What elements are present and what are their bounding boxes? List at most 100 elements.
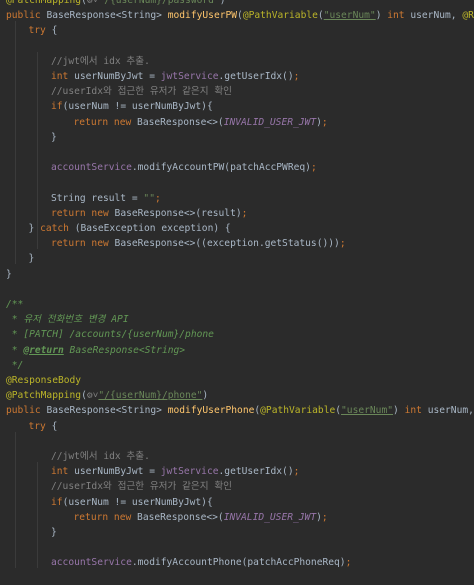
- code-token: ;: [293, 466, 300, 478]
- code-token: "/{userNum}/phone": [98, 390, 203, 402]
- code-token: //: [51, 451, 63, 462]
- code-line[interactable]: @PatchMapping(⚙˅"/{userNum}/phone"): [6, 388, 208, 403]
- code-token: "userNum": [341, 405, 394, 417]
- code-token: }: [28, 223, 41, 234]
- code-token: .modifyAccountPW(patchAccPWReq): [131, 162, 311, 174]
- code-token: }: [51, 131, 57, 143]
- code-token: ;: [321, 116, 328, 128]
- code-token: 와 접근한 유저가 같은지 확인: [102, 481, 233, 493]
- code-token: .getUserIdx(): [218, 466, 294, 478]
- code-line[interactable]: //jwt에서 idx 추출.: [51, 54, 150, 69]
- code-token: {: [51, 25, 58, 37]
- code-token: ): [375, 10, 388, 22]
- code-token: int: [51, 466, 75, 478]
- gear-icon[interactable]: ⚙˅: [87, 390, 99, 401]
- code-token: 에서 idx 추출.: [79, 55, 150, 67]
- code-token: */: [6, 359, 24, 371]
- code-token: //: [51, 55, 63, 67]
- code-token: 에서 idx 추출.: [79, 451, 150, 462]
- code-token: BaseResponse<>(result): [114, 207, 242, 219]
- code-token: catch: [40, 223, 75, 234]
- code-token: int: [387, 10, 411, 22]
- code-token: @ResponseBody: [6, 375, 82, 386]
- code-line[interactable]: }: [51, 525, 57, 540]
- code-line[interactable]: public BaseResponse<String> modifyUserPh…: [6, 403, 474, 418]
- code-token: ;: [154, 192, 161, 204]
- code-token: Idx: [85, 86, 103, 98]
- code-token: try: [28, 25, 52, 37]
- code-token: String result =: [51, 192, 144, 204]
- code-token: accountService: [51, 557, 132, 569]
- code-line[interactable]: /**: [6, 297, 23, 312]
- code-token: return new: [73, 511, 138, 523]
- code-token: (BaseException exception) {: [74, 223, 231, 234]
- code-token: return new: [73, 116, 138, 128]
- code-line[interactable]: return new BaseResponse<>(INVALID_USER_J…: [74, 115, 328, 130]
- code-token: @PathVariable: [260, 405, 336, 417]
- code-line[interactable]: try {: [29, 419, 58, 434]
- code-token: *: [6, 344, 24, 356]
- code-token: }: [6, 268, 12, 280]
- code-token: BaseResponse<>(: [137, 511, 224, 523]
- code-line[interactable]: } catch (BaseException exception) {: [29, 221, 231, 236]
- code-token: //user: [51, 481, 86, 493]
- code-line[interactable]: public BaseResponse<String> modifyUserPW…: [6, 8, 474, 23]
- code-line[interactable]: //userIdx와 접근한 유저가 같은지 확인: [51, 479, 232, 494]
- code-line[interactable]: * 유저 전화번호 변경 API: [6, 312, 129, 327]
- code-token: accountService: [51, 162, 132, 174]
- code-line[interactable]: return new BaseResponse<>((exception.get…: [51, 236, 346, 251]
- code-line[interactable]: return new BaseResponse<>(INVALID_USER_J…: [74, 510, 328, 525]
- code-editor[interactable]: @PatchMapping(⚙˅"/{userNum}/password") pu…: [0, 0, 474, 585]
- code-line[interactable]: @ResponseBody: [6, 373, 81, 388]
- code-token: jwtService: [160, 71, 219, 82]
- code-line[interactable]: * @return BaseResponse<String>: [6, 343, 185, 358]
- code-line[interactable]: int userNumByJwt = jwtService.getUserIdx…: [51, 69, 299, 84]
- code-token: .getUserIdx(): [218, 71, 294, 82]
- code-token: ): [393, 405, 405, 417]
- code-token: modifyUserPhone: [167, 405, 255, 417]
- code-line[interactable]: }: [6, 267, 12, 282]
- code-line[interactable]: //userIdx와 접근한 유저가 같은지 확인: [51, 84, 232, 99]
- code-line[interactable]: accountService.modifyAccountPW(patchAccP…: [51, 160, 317, 175]
- code-line[interactable]: try {: [29, 23, 58, 38]
- code-token: ): [202, 390, 209, 402]
- code-line[interactable]: @PatchMapping(⚙˅"/{userNum}/password"): [6, 0, 226, 8]
- code-token: int: [51, 71, 75, 82]
- code-token: ;: [321, 511, 328, 523]
- code-token: return new: [51, 238, 115, 250]
- code-token: BaseResponse<String>: [63, 344, 186, 356]
- code-token: public: [6, 405, 47, 417]
- code-token: ;: [310, 162, 317, 174]
- code-line[interactable]: //jwt에서 idx 추출.: [51, 449, 150, 464]
- code-line[interactable]: if(userNum != userNumByJwt){: [51, 99, 213, 114]
- code-token: userNumByJwt =: [74, 71, 161, 82]
- gear-icon[interactable]: ⚙˅: [87, 0, 99, 6]
- code-token: 와 접근한 유저가 같은지 확인: [102, 86, 233, 98]
- code-token: jwt: [62, 451, 80, 462]
- code-token: int: [404, 405, 428, 417]
- code-token: modifyUserPW: [167, 10, 238, 22]
- code-token: "/{userNum}/password": [98, 0, 220, 6]
- code-line[interactable]: accountService.modifyAccountPhone(patchA…: [51, 555, 351, 570]
- code-token: /**: [6, 299, 24, 310]
- indent-guide: [14, 21, 16, 265]
- code-token: INVALID_USER_JWT: [223, 511, 317, 523]
- code-line[interactable]: String result = "";: [51, 191, 161, 206]
- code-line[interactable]: }: [29, 251, 35, 266]
- code-token: ;: [241, 207, 248, 219]
- code-token: * 유저 전화번호 변경 API: [6, 314, 129, 326]
- code-token: .modifyAccountPhone(patchAccPhoneReq): [131, 557, 346, 569]
- code-line[interactable]: */: [6, 358, 24, 373]
- code-token: {: [51, 420, 58, 432]
- code-line[interactable]: if(userNum != userNumByJwt){: [51, 495, 213, 510]
- code-line[interactable]: }: [51, 130, 57, 145]
- code-token: ;: [345, 557, 352, 569]
- code-line[interactable]: int userNumByJwt = jwtService.getUserIdx…: [51, 464, 299, 479]
- code-token: (userNum != userNumByJwt){: [62, 496, 213, 508]
- code-line[interactable]: return new BaseResponse<>(result);: [51, 206, 247, 221]
- code-token: public: [6, 10, 47, 22]
- code-token: @Reque: [462, 10, 474, 22]
- code-token: BaseResponse<String>: [46, 10, 168, 22]
- code-token: Idx: [85, 481, 103, 493]
- code-line[interactable]: * [PATCH] /accounts/{userNum}/phone: [6, 327, 214, 342]
